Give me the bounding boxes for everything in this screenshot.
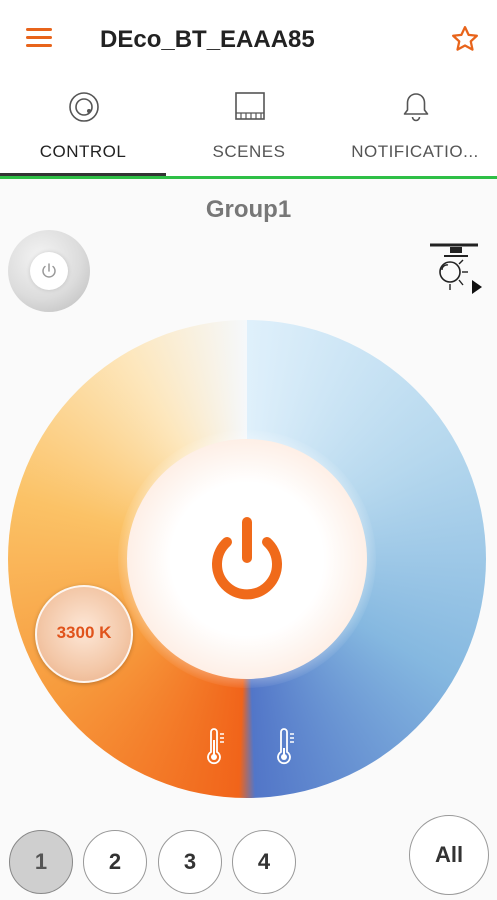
thermometer-cold-icon	[277, 728, 294, 765]
ceiling-light-icon[interactable]	[426, 240, 486, 298]
main-power-button[interactable]	[127, 439, 367, 679]
power-toggle-thumb[interactable]	[8, 230, 90, 312]
app-bar: DEco_BT_EAAA85	[0, 0, 497, 80]
hamburger-menu-icon[interactable]	[26, 28, 52, 50]
tab-notifications[interactable]: NOTIFICATIO...	[332, 80, 497, 178]
tab-divider	[0, 176, 497, 179]
tab-control[interactable]: CONTROL	[0, 80, 166, 178]
tab-scenes-label: SCENES	[212, 142, 286, 161]
group-button-1[interactable]: 1	[9, 830, 73, 894]
group-button-4[interactable]: 4	[232, 830, 296, 894]
group-title: Group1	[205, 196, 292, 223]
tab-control-label: CONTROL	[39, 142, 127, 161]
device-title: DEco_BT_EAAA85	[100, 26, 315, 53]
thermometer-warm-icon	[207, 728, 224, 765]
scenes-grid-icon	[235, 92, 265, 120]
bell-icon	[403, 93, 429, 122]
color-temperature-knob[interactable]: 3300 K	[35, 585, 133, 683]
color-temperature-value: 3300 K	[56, 623, 112, 642]
dial-icon	[69, 92, 99, 122]
all-groups-button[interactable]: All	[409, 815, 489, 895]
power-icon	[42, 263, 56, 278]
tab-bar: CONTROL SCENES NOTIFICATIO...	[0, 80, 497, 178]
group-button-2[interactable]: 2	[83, 830, 147, 894]
tab-notifications-label: NOTIFICATIO...	[351, 142, 479, 161]
power-icon	[212, 517, 282, 600]
group-button-3[interactable]: 3	[158, 830, 222, 894]
tab-scenes[interactable]: SCENES	[166, 80, 332, 178]
star-icon[interactable]	[450, 24, 480, 54]
